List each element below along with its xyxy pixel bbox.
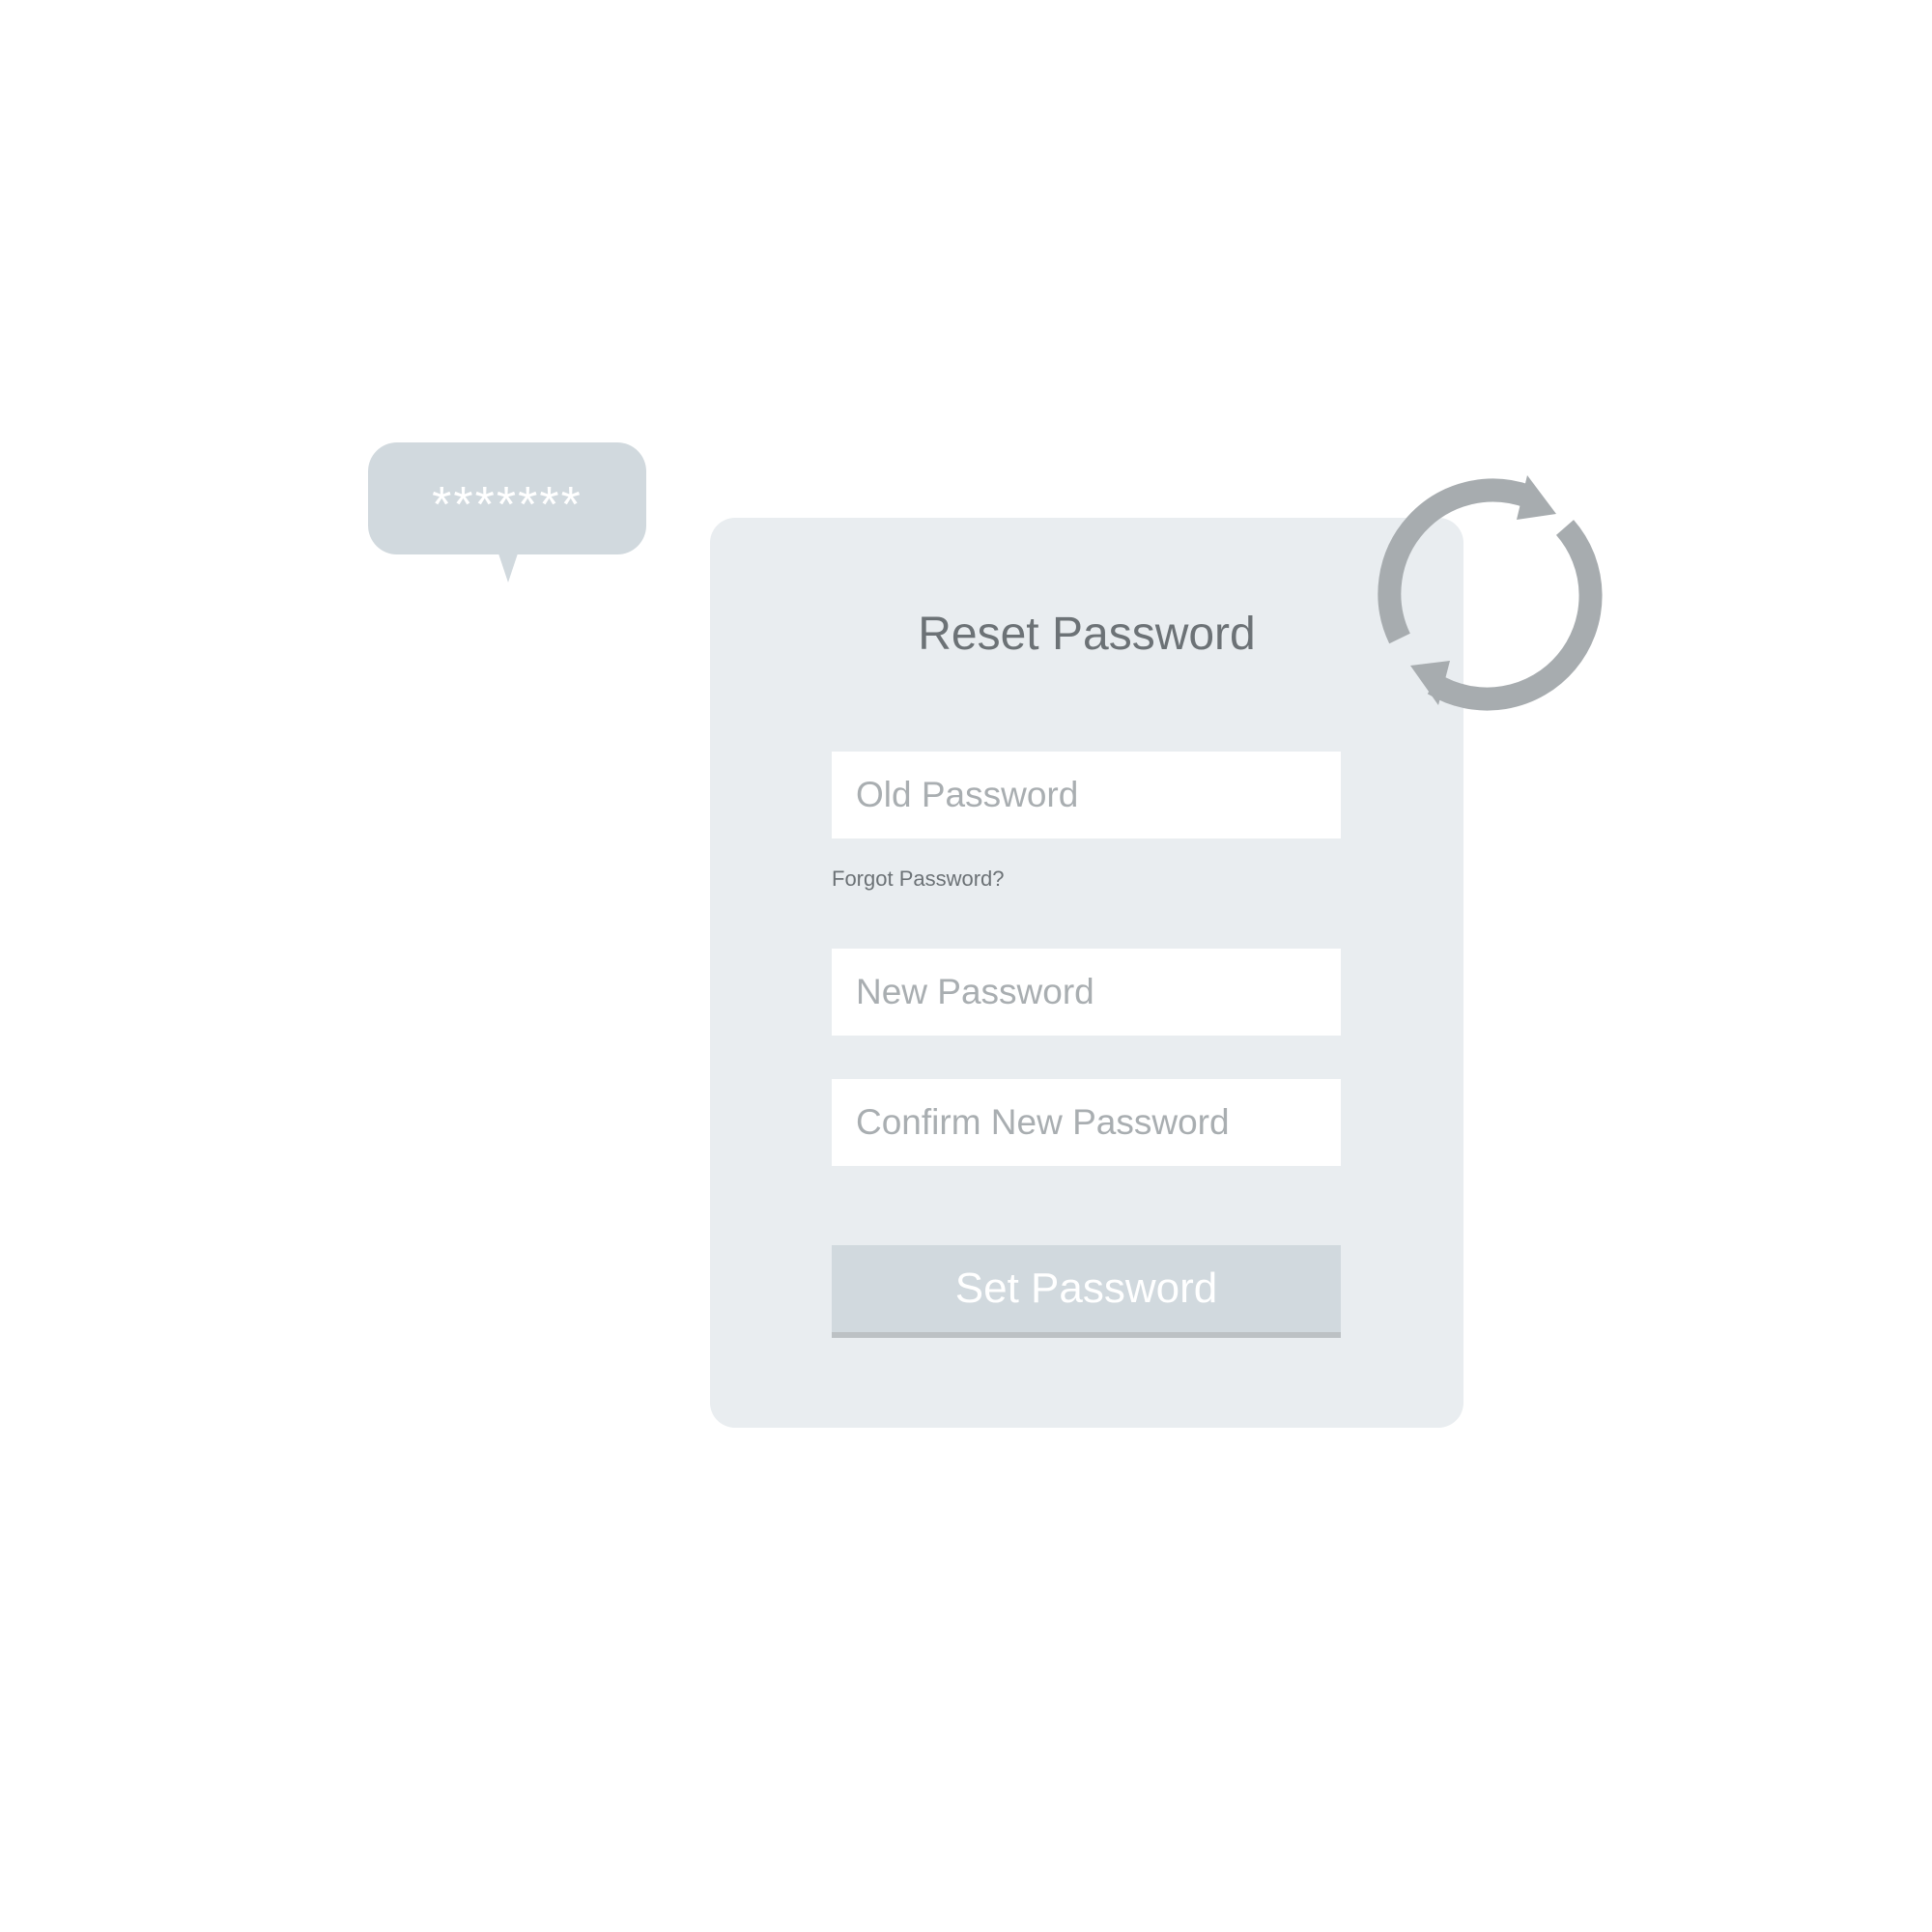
confirm-password-input[interactable]	[856, 1102, 1341, 1143]
old-password-input[interactable]	[856, 775, 1341, 815]
new-password-input[interactable]	[856, 972, 1341, 1012]
confirm-password-field[interactable]	[832, 1079, 1341, 1166]
new-password-field[interactable]	[832, 949, 1341, 1036]
password-speech-bubble: *******	[368, 442, 646, 582]
page-title: Reset Password	[918, 609, 1256, 660]
masked-password-text: *******	[432, 477, 582, 533]
forgot-password-link[interactable]: Forgot Password?	[832, 867, 1005, 892]
reset-password-card: Reset Password Forgot Password? Set Pass…	[710, 518, 1463, 1428]
set-password-button[interactable]: Set Password	[832, 1245, 1341, 1338]
refresh-icon	[1378, 475, 1603, 711]
old-password-field[interactable]	[832, 752, 1341, 838]
